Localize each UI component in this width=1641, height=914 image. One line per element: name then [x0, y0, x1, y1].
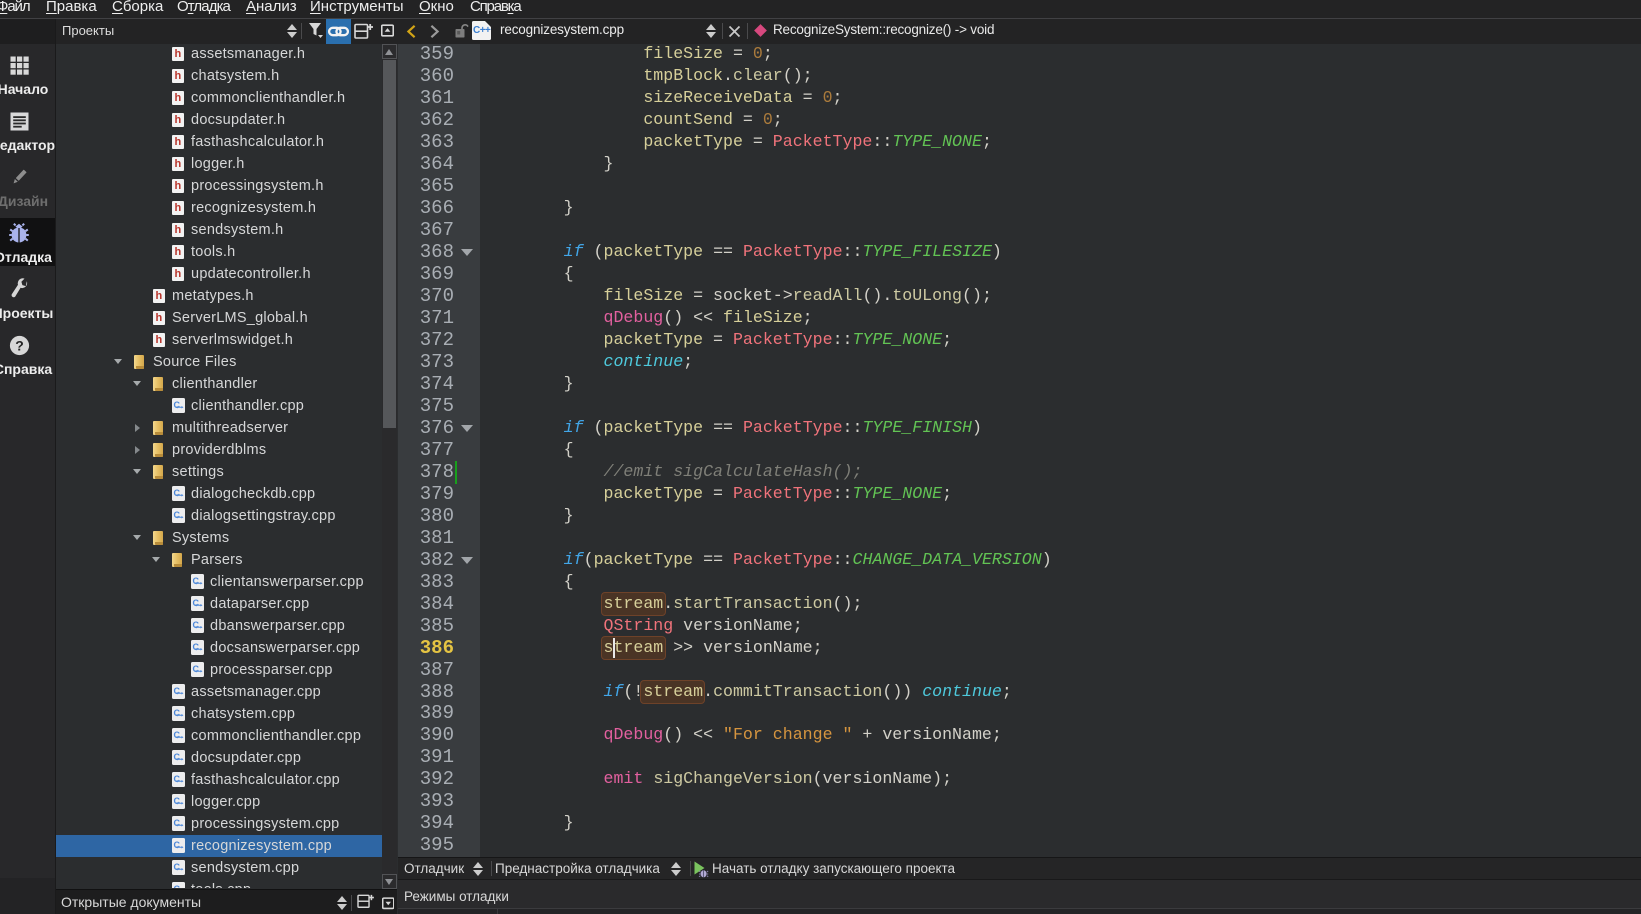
svg-text:?: ?: [15, 338, 24, 354]
